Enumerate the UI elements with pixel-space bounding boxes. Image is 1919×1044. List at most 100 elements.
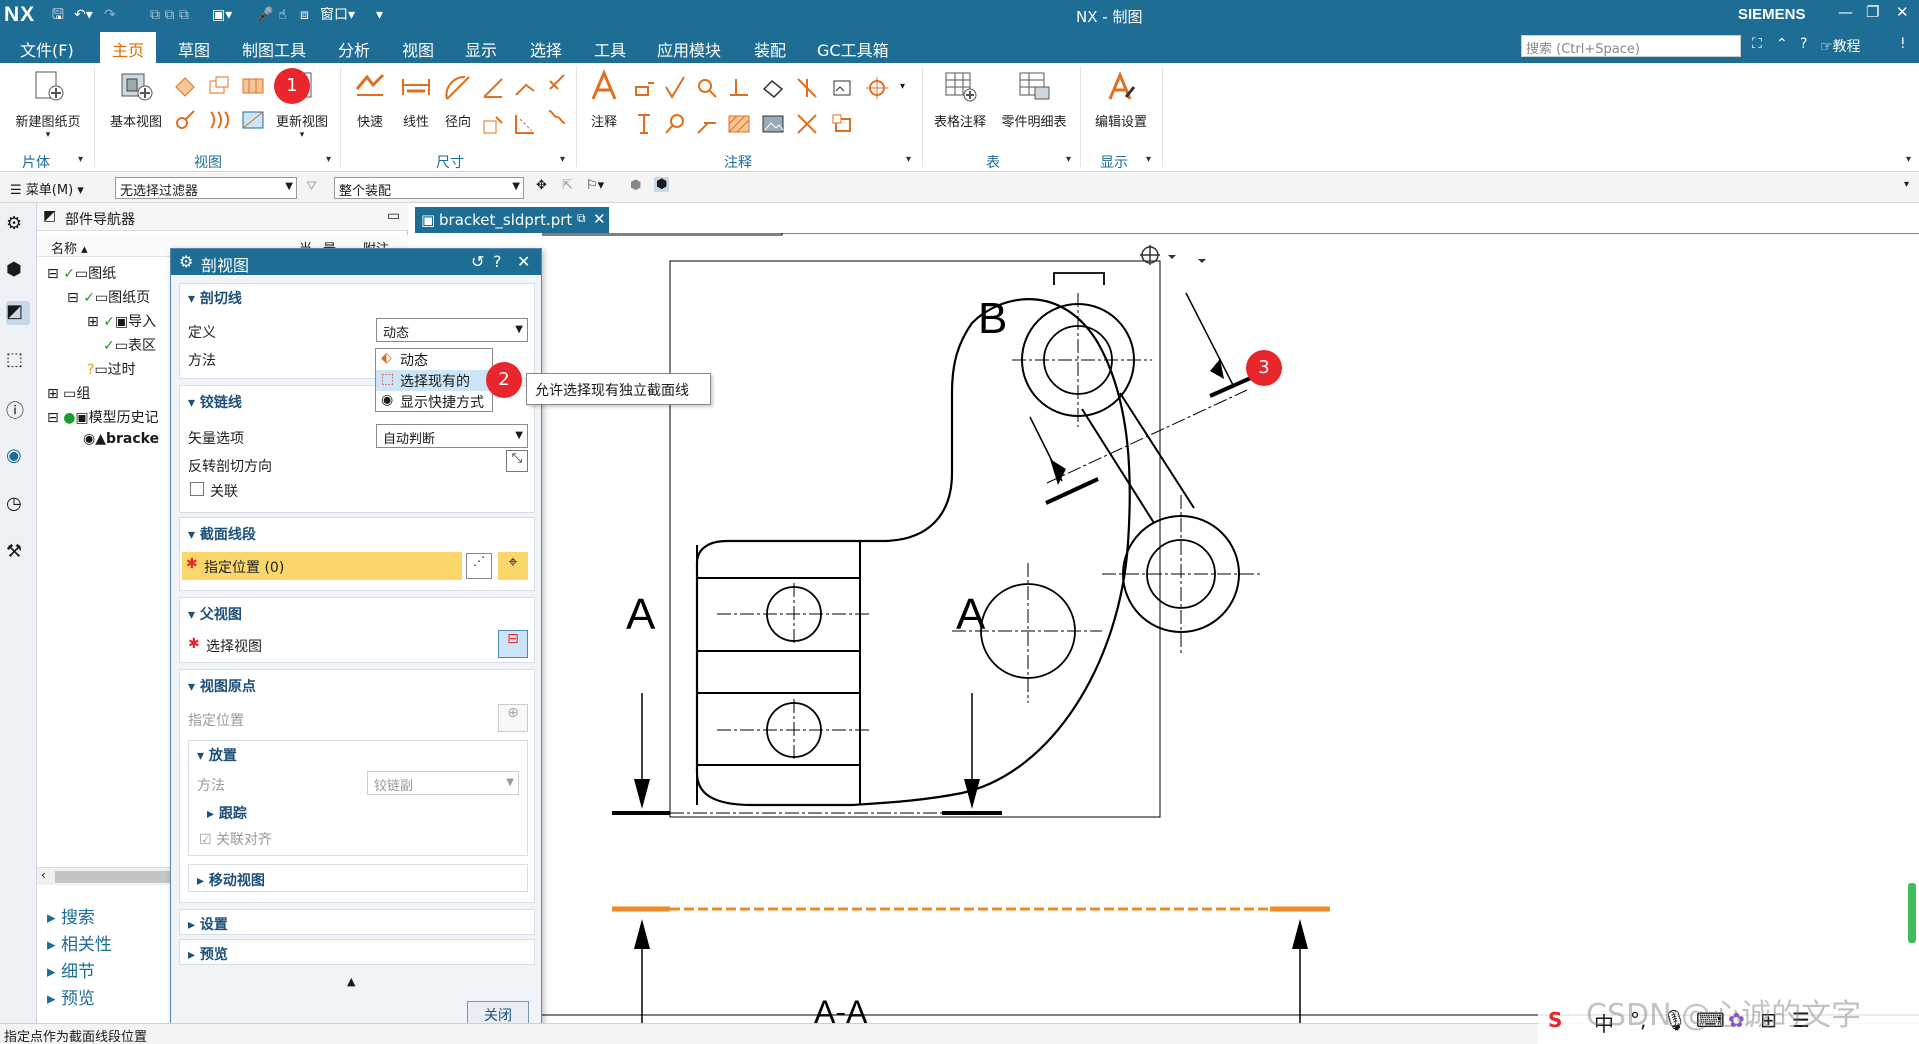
tools-icon[interactable]: ⚒ [6,541,30,565]
tab-file[interactable]: 文件(F) [20,37,74,61]
move-view-title[interactable]: ▸ 移动视图 [197,870,265,890]
tab-tools[interactable]: 工具 [594,37,626,61]
column-name[interactable]: 名称 ▴ [51,238,88,257]
tab-home[interactable]: 主页 [100,32,157,63]
linear-dimension-button[interactable]: 线性 [394,69,438,130]
section-cut-line-title[interactable]: ▾ 剖切线 [188,288,242,308]
fullscreen-icon[interactable]: ⛶ [1752,36,1762,52]
chevron-down-icon[interactable]: ▾ [1146,154,1151,165]
help-icon[interactable]: ? [493,252,502,271]
chevron-down-icon[interactable]: ▾ [900,81,905,92]
panel-search[interactable]: ▸ 搜索 [47,903,95,928]
vector-option-select[interactable]: 自动判断 ▼ [376,424,528,448]
tree-item-group[interactable]: ⊞ ▭组 [47,383,90,403]
tab-select[interactable]: 选择 [530,37,562,61]
select-view-button[interactable]: ⊟ [498,630,528,658]
type-filter-select[interactable]: 无选择过滤器 ▼ [115,177,297,199]
arc-length-dimension-icon[interactable] [480,111,506,137]
panel-dependencies[interactable]: ▸ 相关性 [47,930,112,955]
tree-item-table-region[interactable]: ✓▭表区 [103,335,156,355]
search-icon[interactable]: ⌕ [1718,36,1726,52]
tree-item-drawing[interactable]: ⊟ ✓▭图纸 [47,263,116,283]
close-tab-icon[interactable]: ✕ [593,210,606,228]
tab-display[interactable]: 显示 [465,37,497,61]
leader-icon[interactable] [694,111,720,137]
collapse-dialog-icon[interactable]: ▲ [347,975,355,988]
edit-settings-button[interactable]: 编辑设置 [1088,69,1154,130]
tree-item-model-history[interactable]: ⊟ ●▣模型历史记 [47,407,159,427]
surface-finish-icon[interactable] [662,75,688,101]
tree-item-sheet[interactable]: ⊟ ✓▭图纸页 [67,287,150,307]
snap-icon[interactable]: ✥ [536,178,547,193]
section-view-origin-title[interactable]: ▾ 视图原点 [188,676,256,696]
restore-button[interactable]: ❐ [1866,3,1879,21]
web-browser-icon[interactable]: ◉ [6,445,30,469]
touch-icon[interactable]: ☝ [278,5,287,25]
settings-title[interactable]: ▸ 设置 [188,914,228,934]
placement-method-select[interactable]: 铰链副 ▼ [367,771,519,795]
centerline-icon[interactable] [794,75,820,101]
hatch-area-icon[interactable] [726,111,752,137]
float-tab-icon[interactable]: ⧉ [577,211,586,226]
angular-dimension-icon[interactable] [480,75,506,101]
minimize-button[interactable]: — [1838,3,1853,21]
point-dialog-button[interactable]: ⋰ [466,553,492,579]
collapse-ribbon-icon[interactable]: ⌃ [1776,36,1788,52]
tab-drafting-tools[interactable]: 制图工具 [242,37,306,61]
preview-title[interactable]: ▸ 预览 [188,944,228,964]
specify-location-row[interactable]: ✱ 指定位置 (0) [182,552,462,580]
tab-sketch[interactable]: 草图 [178,37,210,61]
balloon-icon[interactable] [662,111,688,137]
section-parent-title[interactable]: ▾ 父视图 [188,604,242,624]
close-icon[interactable]: ✕ [517,252,530,271]
table-note-button[interactable]: 表格注释 [928,69,992,130]
window-icon[interactable]: ⧈ [300,5,309,25]
command-search-input[interactable]: 搜索 (Ctrl+Space) [1521,35,1741,57]
chevron-down-icon[interactable]: ▾ [906,154,911,165]
view-creation-wizard-icon[interactable] [240,107,266,133]
quick-dimension-button[interactable]: 快速 [348,69,392,130]
crosshatch-icon[interactable] [760,75,786,101]
region-icon[interactable] [830,111,856,137]
alert-icon[interactable]: ! [1900,36,1906,52]
thickness-dimension-icon[interactable] [544,69,570,95]
projected-view-icon[interactable] [172,73,198,99]
datum-target-icon[interactable] [694,75,720,101]
new-sheet-button[interactable]: 新建图纸页 ▾ [8,69,88,140]
feature-control-frame-icon[interactable] [632,75,658,101]
break-view-icon[interactable] [172,107,198,133]
tab-applications[interactable]: 应用模块 [657,37,721,61]
tab-view[interactable]: 视图 [402,37,434,61]
option-select-existing[interactable]: ⬚ 选择现有的 [376,370,492,391]
view-break-icon[interactable] [206,107,232,133]
drawing-canvas[interactable]: B A A A-A [442,223,1919,1030]
undo-icon[interactable]: ↶▾ [74,5,93,25]
gear-icon[interactable]: ⚙ [6,213,30,237]
option-dynamic[interactable]: ⬖ 动态 [376,349,492,370]
chevron-down-icon[interactable]: ▾ [560,154,565,165]
ime-logo-icon[interactable]: S [1548,1008,1562,1032]
quick-access-more[interactable]: ▾ [376,5,383,25]
weld-symbol-icon[interactable] [726,75,752,101]
copy-icon[interactable]: ⧉ ⧉ ⧉ [150,5,189,25]
chamfer-dimension-icon[interactable] [512,75,538,101]
history-icon[interactable]: ◷ [6,493,30,517]
panel-preview[interactable]: ▸ 预览 [47,984,95,1009]
tree-item-outdated[interactable]: ?▭过时 [87,359,136,379]
panel-details[interactable]: ▸ 细节 [47,957,95,982]
redo-icon[interactable]: ↷ [104,5,116,25]
ordinate-dimension-icon[interactable] [512,111,538,137]
option-show-shortcuts[interactable]: ◉ 显示快捷方式 [376,391,492,412]
assembly-navigator-icon[interactable]: ⬢ [6,259,30,283]
scope-select[interactable]: 整个装配 ▼ [334,177,524,199]
ribbon-options-icon[interactable]: ▾ [1906,154,1911,165]
cross-out-icon[interactable] [794,111,820,137]
section-view-icon[interactable] [240,73,266,99]
origin-point-button[interactable]: ⊕ [498,704,528,732]
window-menu[interactable]: 窗口▾ [320,5,355,25]
help-icon[interactable]: ? [1800,36,1807,52]
maximize-panel-icon[interactable]: ▭ [387,208,400,224]
tree-item-bracket[interactable]: ◉▲bracke [83,431,159,447]
target-point-icon[interactable] [864,75,890,101]
tab-assembly[interactable]: 装配 [754,37,786,61]
